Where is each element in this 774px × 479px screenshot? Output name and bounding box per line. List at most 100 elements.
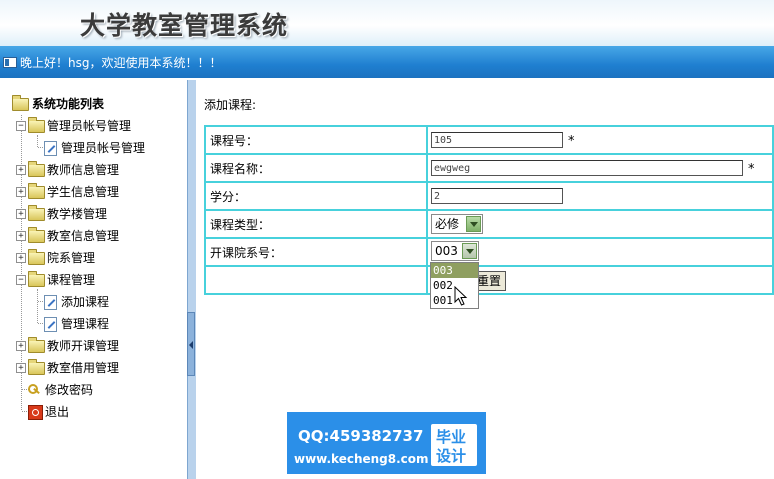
sidebar-item-classroom-borrow[interactable]: + 教室借用管理 [16, 358, 184, 378]
sidebar-item-classroom-info[interactable]: + 教室信息管理 [16, 226, 184, 246]
expand-icon[interactable]: + [16, 363, 26, 373]
folder-icon [28, 359, 45, 375]
watermark-badge-line-2: 设计 [436, 447, 467, 465]
credit-label: 学分： [204, 181, 428, 211]
folder-icon [28, 249, 45, 265]
sidebar-item-teacher-info[interactable]: + 教师信息管理 [16, 160, 184, 180]
mouse-cursor-icon [454, 286, 468, 306]
expand-icon[interactable]: + [16, 341, 26, 351]
course-type-value: 必修 [435, 217, 460, 231]
course-name-label: 课程名称： [204, 153, 428, 183]
form-row-course-name: 课程名称： ewgweg * [204, 153, 774, 183]
course-type-cell: 必修 [426, 209, 774, 239]
sidebar-item-label: 学生信息管理 [47, 185, 120, 199]
sidebar-item-department[interactable]: + 院系管理 [16, 248, 184, 268]
tree-root[interactable]: 系统功能列表 [12, 94, 182, 114]
folder-open-icon [12, 95, 29, 111]
course-type-label: 课程类型： [204, 209, 428, 239]
sidebar-item-label: 教师信息管理 [47, 163, 120, 177]
dropdown-option[interactable]: 003 [431, 263, 478, 278]
sidebar-item-admin-accounts[interactable]: − 管理员帐号管理 [16, 116, 184, 136]
welcome-text: 晚上好！hsg，欢迎使用本系统！！！ [20, 56, 222, 70]
form-row-course-no: 课程号： 105 * [204, 125, 774, 155]
collapse-icon[interactable]: − [16, 275, 26, 285]
sidebar-item-course[interactable]: − 课程管理 [16, 270, 184, 290]
folder-icon [28, 183, 45, 199]
course-name-input[interactable]: ewgweg [431, 160, 743, 176]
watermark-url: www.kecheng8.com [294, 452, 429, 466]
tree-guide-line [37, 135, 38, 147]
app-header: 大学教室管理系统 [0, 0, 774, 46]
sidebar-item-label: 管理员帐号管理 [47, 119, 132, 133]
watermark-badge: 毕业 设计 [431, 424, 477, 466]
required-mark: * [568, 134, 575, 149]
sidebar-item-label: 教室借用管理 [47, 361, 120, 375]
power-icon [28, 405, 43, 420]
tree-root-label: 系统功能列表 [32, 97, 105, 111]
id-card-icon [3, 57, 17, 68]
course-name-cell: ewgweg * [426, 153, 774, 183]
collapse-sidebar-button[interactable] [187, 312, 195, 376]
collapse-icon[interactable]: − [16, 121, 26, 131]
watermark-banner: QQ:459382737 www.kecheng8.com 毕业 设计 [287, 412, 486, 474]
expand-icon[interactable]: + [16, 187, 26, 197]
expand-icon[interactable]: + [16, 165, 26, 175]
add-course-form: 课程号： 105 * 课程名称： ewgweg * 学分： 2 课程类型： 必修 [204, 125, 774, 295]
watermark-badge-line-1: 毕业 [436, 428, 467, 446]
edit-document-icon [44, 141, 57, 156]
app-title: 大学教室管理系统 [80, 11, 289, 40]
folder-icon [28, 337, 45, 353]
department-label: 开课院系号： [204, 237, 428, 267]
welcome-bar: 晚上好！hsg，欢迎使用本系统！！！ [0, 46, 774, 78]
form-row-credit: 学分： 2 [204, 181, 774, 211]
edit-document-icon [44, 317, 57, 332]
key-icon [28, 384, 41, 396]
edit-document-icon [44, 295, 57, 310]
page-title: 添加课程: [204, 98, 257, 112]
sidebar-item-label: 管理课程 [61, 317, 110, 331]
course-no-cell: 105 * [426, 125, 774, 155]
sidebar-item-label: 院系管理 [47, 251, 96, 265]
sidebar-item-label: 教室信息管理 [47, 229, 120, 243]
sidebar-item-change-password[interactable]: 修改密码 [28, 380, 184, 400]
expand-icon[interactable]: + [16, 253, 26, 263]
folder-icon [28, 227, 45, 243]
sidebar-item-label: 课程管理 [47, 273, 96, 287]
chevron-down-icon[interactable] [462, 243, 477, 259]
sidebar-item-manage-course[interactable]: 管理课程 [44, 314, 184, 334]
sidebar-item-teacher-course[interactable]: + 教师开课管理 [16, 336, 184, 356]
chevron-down-icon[interactable] [466, 216, 481, 232]
form-row-actions: 重置 [204, 265, 774, 295]
department-select[interactable]: 003 [431, 241, 479, 261]
sidebar-item-add-course[interactable]: 添加课程 [44, 292, 184, 312]
sidebar-item-student-info[interactable]: + 学生信息管理 [16, 182, 184, 202]
course-type-select[interactable]: 必修 [431, 214, 483, 234]
department-value: 003 [435, 244, 458, 258]
form-row-department: 开课院系号： 003 [204, 237, 774, 267]
sidebar-item-label: 添加课程 [61, 295, 110, 309]
watermark-qq: QQ:459382737 [298, 427, 424, 445]
folder-icon [28, 205, 45, 221]
sidebar-item-label: 退出 [45, 405, 70, 419]
course-no-label: 课程号： [204, 125, 428, 155]
course-no-input[interactable]: 105 [431, 132, 563, 148]
frame-splitter[interactable] [187, 80, 196, 479]
sidebar-item-label: 修改密码 [45, 383, 94, 397]
credit-input[interactable]: 2 [431, 188, 563, 204]
sidebar-item-label: 管理员帐号管理 [61, 141, 146, 155]
tree-guide-line [37, 289, 38, 323]
actions-spacer [204, 265, 428, 295]
folder-open-icon [28, 117, 45, 133]
sidebar-item-admin-account-manage[interactable]: 管理员帐号管理 [44, 138, 184, 158]
function-tree: 系统功能列表 − 管理员帐号管理 管理员帐号管理 + 教师信息管理 + 学生信息… [0, 78, 187, 479]
sidebar-item-label: 教师开课管理 [47, 339, 120, 353]
folder-icon [28, 161, 45, 177]
folder-open-icon [28, 271, 45, 287]
sidebar-item-building[interactable]: + 教学楼管理 [16, 204, 184, 224]
expand-icon[interactable]: + [16, 231, 26, 241]
form-row-course-type: 课程类型： 必修 [204, 209, 774, 239]
required-mark: * [748, 162, 755, 177]
sidebar-item-logout[interactable]: 退出 [28, 402, 184, 422]
credit-cell: 2 [426, 181, 774, 211]
expand-icon[interactable]: + [16, 209, 26, 219]
